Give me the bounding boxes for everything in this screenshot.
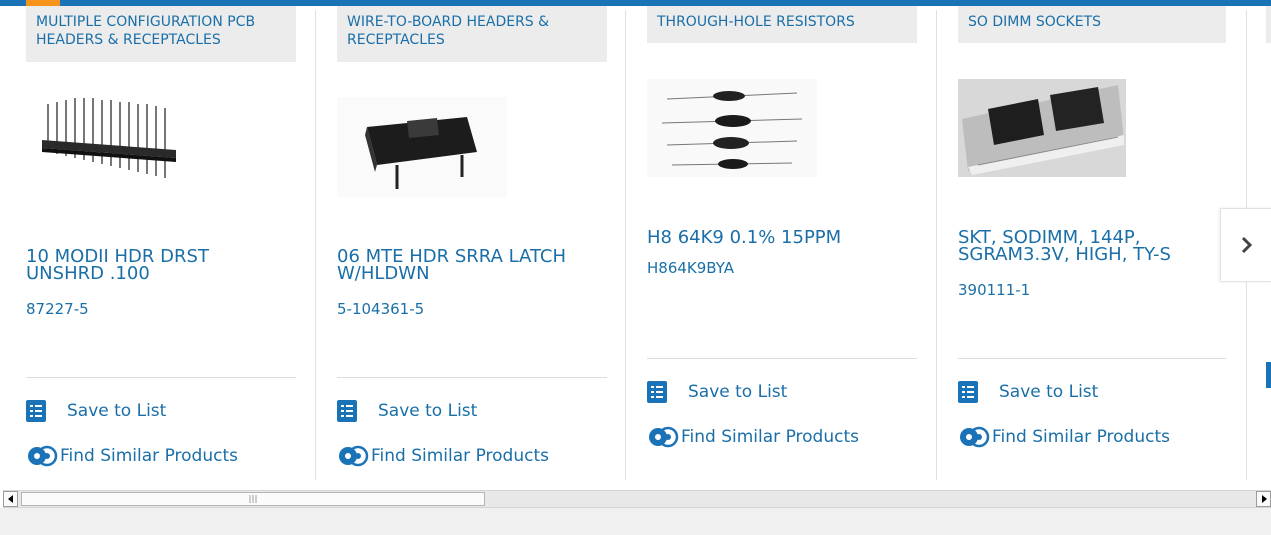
save-to-list-label: Save to List [378, 401, 478, 421]
save-to-list-label: Save to List [999, 382, 1099, 402]
part-number[interactable]: 87227-5 [26, 300, 89, 318]
gear-icon [339, 445, 369, 467]
column-divider [936, 10, 937, 480]
part-number[interactable]: H864K9BYA [647, 259, 734, 277]
part-number[interactable]: 5-104361-5 [337, 300, 424, 318]
product-carousel: MULTIPLE CONFIGURATION PCB HEADERS & REC… [0, 0, 1271, 490]
chevron-right-icon [1241, 236, 1252, 254]
product-title[interactable]: 06 MTE HDR SRRA LATCH W/HLDWN [337, 248, 607, 283]
product-title[interactable]: 10 MODII HDR DRST UNSHRD .100 [26, 248, 266, 283]
product-card: MULTIPLE CONFIGURATION PCB HEADERS & REC… [26, 0, 296, 485]
carousel-next-button[interactable] [1220, 208, 1271, 282]
footer-area [0, 508, 1271, 535]
product-image[interactable] [337, 97, 507, 197]
card-divider [26, 377, 296, 378]
product-image[interactable] [647, 79, 817, 177]
partial-card-edge [1266, 362, 1271, 388]
find-similar-label: Find Similar Products [60, 446, 238, 466]
find-similar-label: Find Similar Products [992, 427, 1170, 447]
save-to-list-button[interactable]: Save to List [26, 400, 166, 422]
save-to-list-button[interactable]: Save to List [958, 381, 1098, 403]
gear-icon [649, 426, 679, 448]
find-similar-label: Find Similar Products [371, 446, 549, 466]
scroll-right-button[interactable] [1256, 491, 1271, 507]
card-divider [647, 358, 917, 359]
save-to-list-label: Save to List [67, 401, 167, 421]
save-to-list-label: Save to List [688, 382, 788, 402]
checklist-icon [958, 381, 978, 403]
find-similar-button[interactable]: Find Similar Products [337, 444, 549, 468]
find-similar-label: Find Similar Products [681, 427, 859, 447]
grip-icon [249, 495, 257, 503]
card-divider [958, 358, 1226, 359]
card-divider [337, 377, 607, 378]
part-number[interactable]: 390111-1 [958, 281, 1030, 299]
save-to-list-button[interactable]: Save to List [647, 381, 787, 403]
category-label[interactable]: SO DIMM SOCKETS [958, 6, 1226, 43]
find-similar-button[interactable]: Find Similar Products [647, 425, 859, 449]
column-divider [315, 10, 316, 480]
arrow-left-icon [7, 495, 13, 503]
checklist-icon [337, 400, 357, 422]
gear-icon [960, 426, 990, 448]
partial-card-edge [1266, 6, 1271, 43]
category-label[interactable]: WIRE-TO-BOARD HEADERS & RECEPTACLES [337, 6, 607, 62]
product-card: SO DIMM SOCKETS SKT, SODIMM, 144P, SGRAM… [958, 0, 1226, 485]
save-to-list-button[interactable]: Save to List [337, 400, 477, 422]
category-label[interactable]: THROUGH-HOLE RESISTORS [647, 6, 917, 43]
find-similar-button[interactable]: Find Similar Products [26, 444, 238, 468]
scrollbar-thumb[interactable] [21, 492, 485, 506]
checklist-icon [26, 400, 46, 422]
product-image[interactable] [958, 79, 1126, 177]
product-title[interactable]: SKT, SODIMM, 144P, SGRAM3.3V, HIGH, TY-S [958, 229, 1218, 264]
column-divider [625, 10, 626, 480]
product-card: WIRE-TO-BOARD HEADERS & RECEPTACLES 06 M… [337, 0, 607, 485]
horizontal-scrollbar[interactable] [3, 490, 1271, 508]
product-card: THROUGH-HOLE RESISTORS H8 64K9 0.1% 15PP… [647, 0, 917, 485]
checklist-icon [647, 381, 667, 403]
scroll-left-button[interactable] [3, 491, 18, 507]
gear-icon [28, 445, 58, 467]
product-image[interactable] [40, 92, 180, 187]
find-similar-button[interactable]: Find Similar Products [958, 425, 1170, 449]
arrow-right-icon [1261, 495, 1267, 503]
category-label[interactable]: MULTIPLE CONFIGURATION PCB HEADERS & REC… [26, 6, 296, 62]
product-title[interactable]: H8 64K9 0.1% 15PPM [647, 229, 907, 247]
